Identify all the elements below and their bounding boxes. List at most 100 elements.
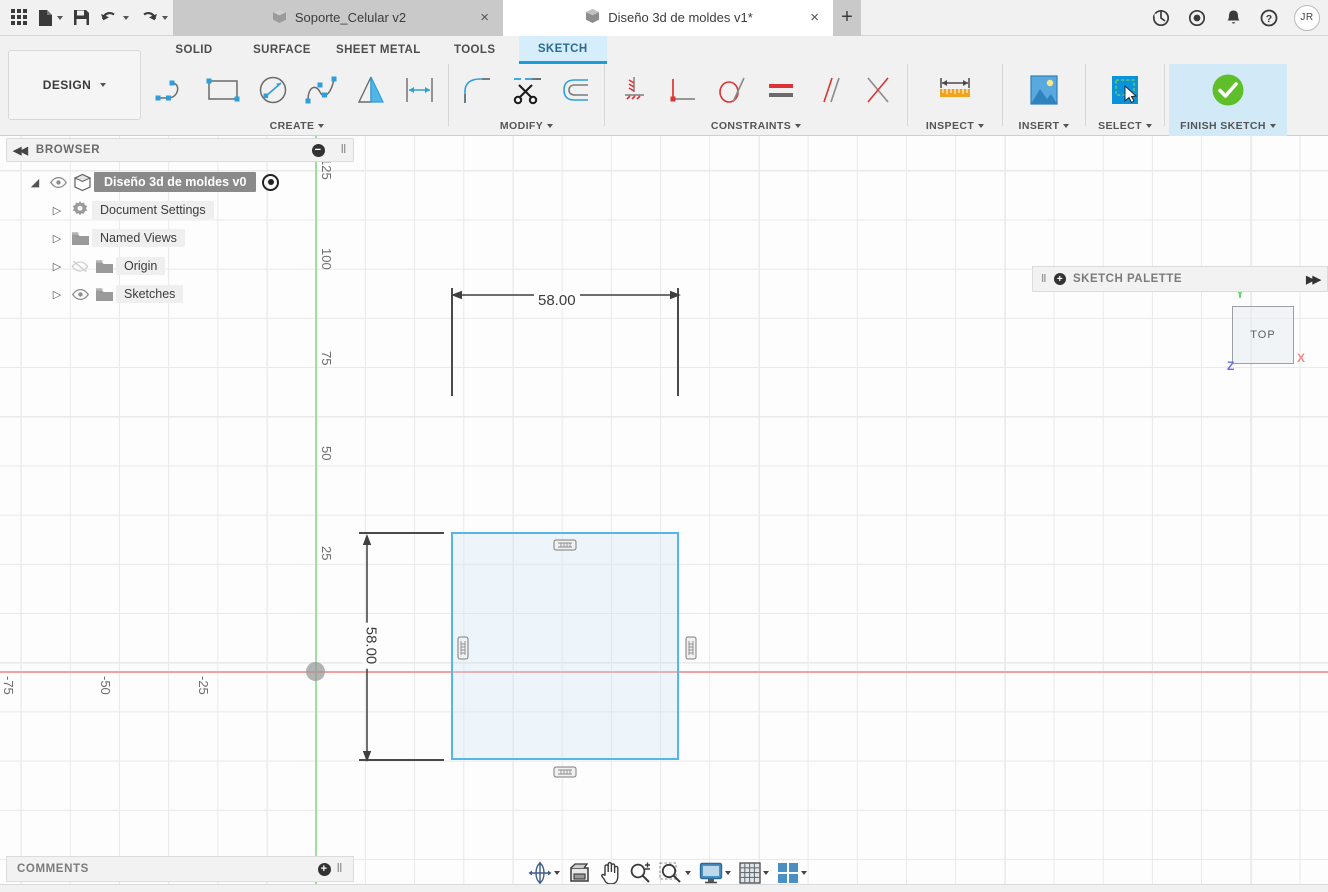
horizontal-constraint-bottom[interactable] — [553, 766, 577, 778]
comments-panel[interactable]: COMMENTS + ‖ — [6, 856, 354, 882]
expand-twisty-icon[interactable]: ◢ — [24, 176, 46, 189]
spline-tool[interactable] — [297, 65, 346, 115]
document-tab-soporte-celular[interactable]: Soporte_Celular v2 × — [173, 0, 503, 36]
trim-tool[interactable] — [502, 65, 551, 115]
height-dimension-value[interactable]: 58.00 — [362, 622, 380, 669]
help-icon[interactable]: ? — [1252, 1, 1286, 35]
tab-solid[interactable]: SOLID — [150, 36, 238, 64]
panel-insert-label[interactable]: INSERT — [1007, 116, 1081, 136]
expand-twisty-icon[interactable]: ▷ — [46, 204, 68, 217]
app-grid-icon[interactable] — [6, 3, 33, 33]
visibility-eye-off-icon[interactable] — [68, 260, 92, 273]
rectangular-pattern-tool[interactable] — [395, 65, 444, 115]
redo-icon[interactable] — [134, 3, 173, 33]
display-settings-icon[interactable] — [696, 859, 734, 887]
tangent-constraint-tool[interactable] — [707, 65, 756, 115]
panel-constraints-label[interactable]: CONSTRAINTS — [609, 116, 903, 136]
panel-create-label[interactable]: CREATE — [150, 116, 444, 136]
collapse-left-icon[interactable]: ◀◀ — [13, 144, 28, 157]
avatar[interactable]: JR — [1294, 4, 1320, 31]
horizontal-constraint-top[interactable] — [553, 539, 577, 551]
panel-select-label[interactable]: SELECT — [1090, 116, 1160, 136]
zoom-window-icon[interactable] — [656, 859, 694, 887]
offset-tool[interactable] — [551, 65, 600, 115]
tab-sheet-metal[interactable]: SHEET METAL — [326, 36, 431, 64]
minimize-icon[interactable]: − — [311, 143, 325, 157]
rectangle-tool[interactable] — [199, 65, 248, 115]
chevron-down-icon[interactable] — [1063, 124, 1070, 128]
document-tab-diseno-3d-de-moldes[interactable]: Diseño 3d de moldes v1* × — [503, 0, 833, 36]
tab-sketch[interactable]: SKETCH — [518, 36, 607, 64]
panel-grip[interactable]: ‖ — [1041, 273, 1047, 285]
browser-item-origin[interactable]: ▷ Origin — [6, 252, 354, 280]
sketch-palette-panel[interactable]: ‖ + SKETCH PALETTE ▶▶ — [1032, 266, 1328, 292]
fillet-tool[interactable] — [453, 65, 502, 115]
expand-twisty-icon[interactable]: ▷ — [46, 260, 68, 273]
perpendicular-constraint-tool[interactable] — [658, 65, 707, 115]
chevron-down-icon[interactable] — [162, 15, 168, 20]
chevron-down-icon[interactable] — [795, 124, 802, 128]
chevron-down-icon[interactable] — [1269, 124, 1276, 128]
chevron-down-icon[interactable] — [801, 871, 807, 875]
orbit-icon[interactable] — [525, 859, 563, 887]
notifications-bell-icon[interactable] — [1216, 1, 1250, 35]
tab-surface[interactable]: SURFACE — [238, 36, 326, 64]
vertical-constraint-right[interactable] — [685, 636, 697, 660]
chevron-down-icon[interactable] — [100, 83, 107, 87]
sketch-profile-rectangle[interactable] — [451, 532, 679, 760]
expand-right-icon[interactable]: ▶▶ — [1306, 273, 1321, 286]
zoom-icon[interactable] — [626, 859, 654, 887]
viewports-icon[interactable] — [774, 859, 810, 887]
measure-tool[interactable] — [931, 65, 980, 115]
plus-icon[interactable]: + — [1053, 273, 1066, 285]
chevron-down-icon[interactable] — [318, 124, 325, 128]
close-icon[interactable]: × — [810, 10, 819, 25]
insert-image-tool[interactable] — [1020, 65, 1069, 115]
line-tool[interactable] — [150, 65, 199, 115]
parallel-constraint-tool[interactable] — [805, 65, 854, 115]
tab-tools[interactable]: TOOLS — [431, 36, 519, 64]
chevron-down-icon[interactable] — [978, 124, 985, 128]
vertical-constraint-left[interactable] — [457, 636, 469, 660]
browser-item-root[interactable]: ◢ Diseño 3d de moldes v0 — [6, 168, 354, 196]
workspace-switcher-button[interactable]: DESIGN — [8, 50, 141, 120]
new-tab-button[interactable]: + — [833, 0, 861, 36]
pan-icon[interactable] — [596, 859, 624, 887]
component-activate-icon[interactable] — [262, 173, 280, 191]
chevron-down-icon[interactable] — [763, 871, 769, 875]
width-dimension-value[interactable]: 58.00 — [534, 292, 580, 309]
browser-item-named-views[interactable]: ▷ Named Views — [6, 224, 354, 252]
finish-sketch-tool[interactable] — [1169, 65, 1287, 115]
new-file-icon[interactable] — [33, 3, 68, 33]
chevron-down-icon[interactable] — [554, 871, 560, 875]
visibility-eye-icon[interactable] — [68, 288, 92, 300]
recent-activity-icon[interactable] — [1180, 1, 1214, 35]
equal-constraint-tool[interactable] — [756, 65, 805, 115]
panel-inspect-label[interactable]: INSPECT — [912, 116, 998, 136]
chevron-down-icon[interactable] — [725, 871, 731, 875]
panel-grip[interactable]: ‖ — [337, 863, 343, 875]
chevron-down-icon[interactable] — [57, 15, 63, 20]
fix-unfix-tool[interactable] — [609, 65, 658, 115]
job-status-icon[interactable] — [1144, 1, 1178, 35]
panel-finish-sketch-label[interactable]: FINISH SKETCH — [1169, 116, 1287, 136]
origin-point[interactable] — [306, 662, 325, 681]
browser-header[interactable]: ◀◀ BROWSER − ‖ — [6, 138, 354, 162]
circle-tool[interactable] — [248, 65, 297, 115]
chevron-down-icon[interactable] — [547, 124, 554, 128]
browser-item-sketches[interactable]: ▷ Sketches — [6, 280, 354, 308]
chevron-down-icon[interactable] — [685, 871, 691, 875]
look-at-icon[interactable] — [565, 859, 594, 887]
expand-twisty-icon[interactable]: ▷ — [46, 288, 68, 301]
grid-snaps-icon[interactable] — [736, 859, 772, 887]
select-tool[interactable] — [1101, 65, 1150, 115]
mirror-tool[interactable] — [346, 65, 395, 115]
visibility-eye-icon[interactable] — [46, 176, 70, 188]
chevron-down-icon[interactable] — [123, 15, 129, 20]
plus-icon[interactable]: + — [317, 862, 331, 876]
chevron-down-icon[interactable] — [1145, 124, 1152, 128]
panel-modify-label[interactable]: MODIFY — [453, 116, 600, 136]
panel-grip[interactable]: ‖ — [341, 144, 347, 156]
save-icon[interactable] — [68, 3, 95, 33]
expand-twisty-icon[interactable]: ▷ — [46, 232, 68, 245]
